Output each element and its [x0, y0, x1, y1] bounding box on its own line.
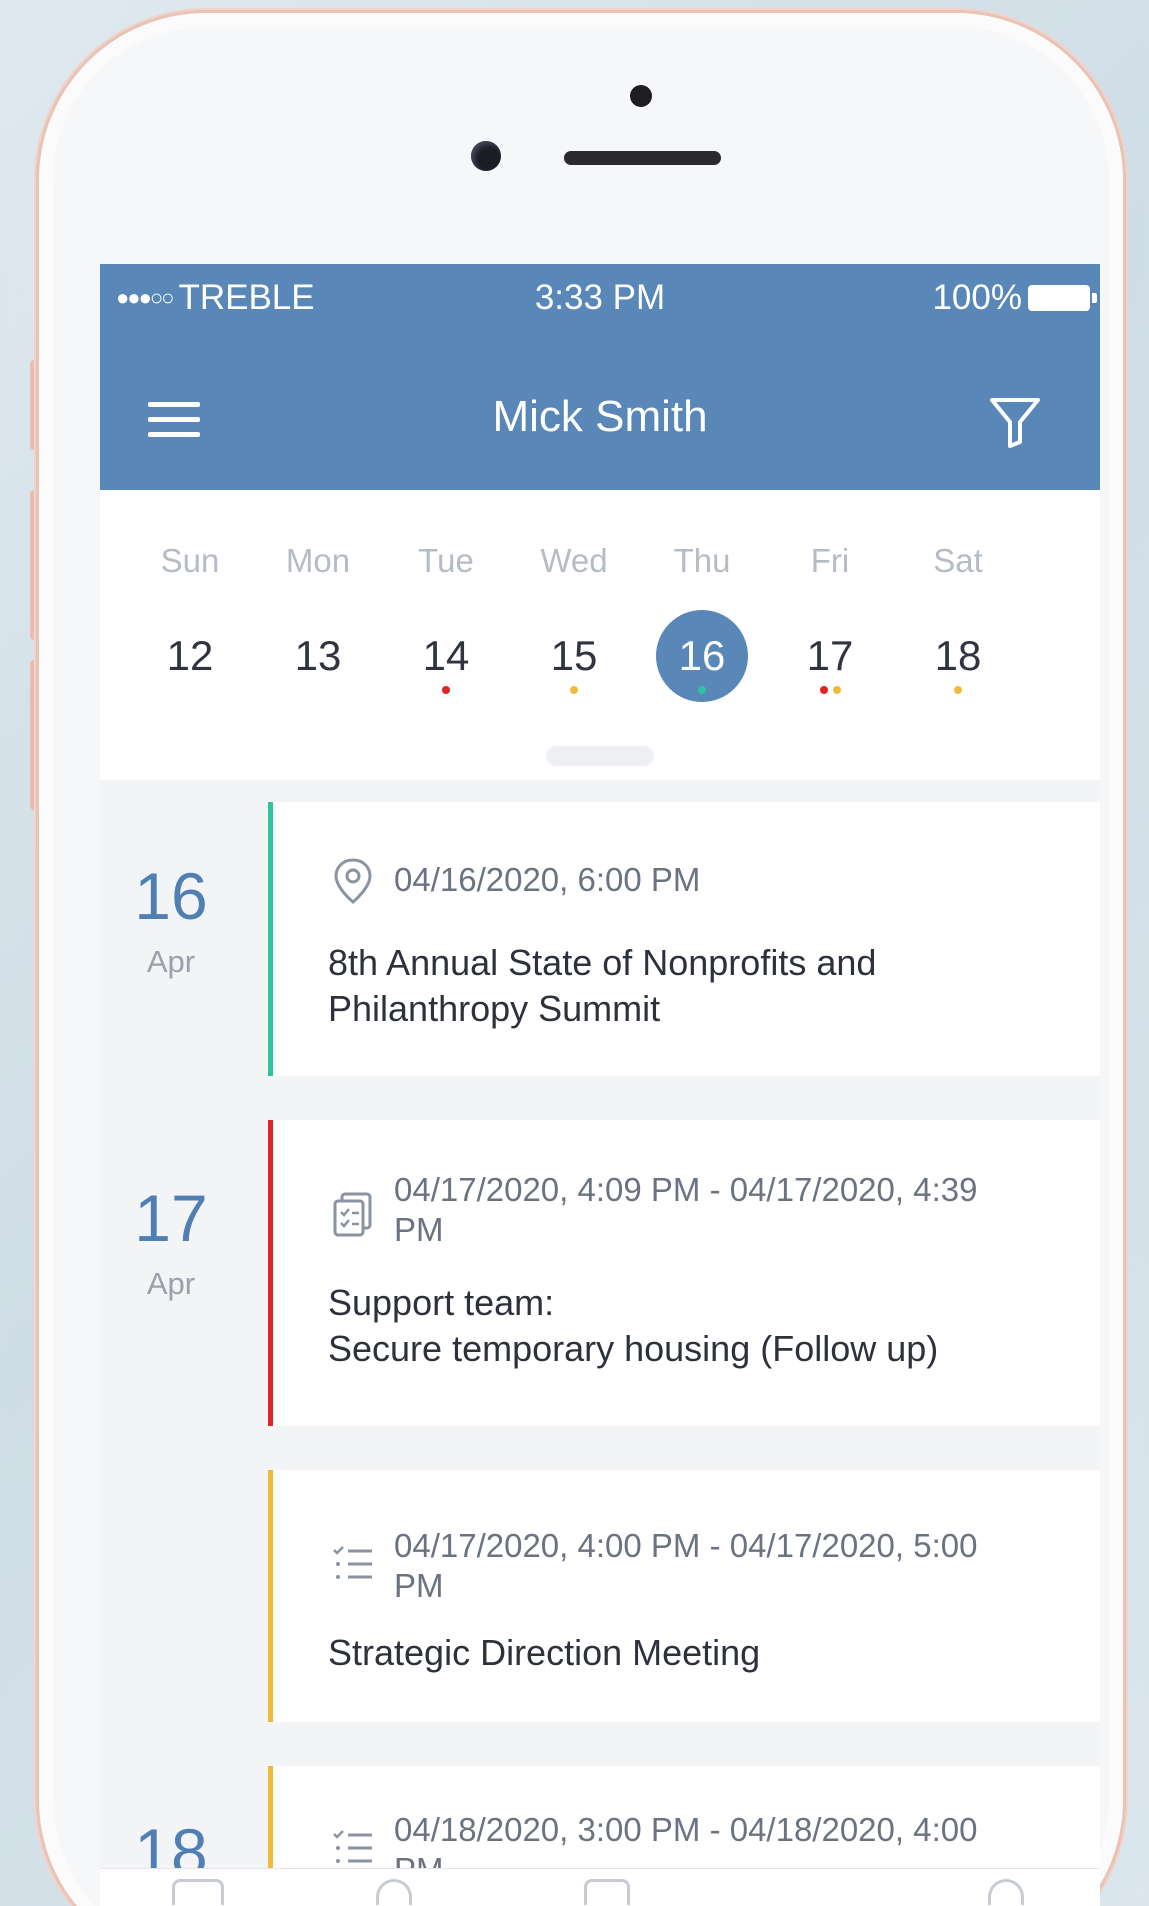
day-of-week-label: Sun — [160, 542, 220, 579]
tab-documents-icon[interactable] — [584, 1879, 630, 1905]
event-dot — [954, 686, 962, 694]
front-camera — [471, 141, 501, 171]
agenda-month: Apr — [146, 1266, 196, 1301]
event-time: 04/17/2020, 4:00 PM - 04/17/2020, 5:00 P… — [394, 1527, 978, 1604]
date-number: 12 — [166, 632, 214, 679]
page-title: Mick Smith — [492, 392, 708, 441]
event-indicator-row — [898, 686, 1018, 694]
checklist-icon — [333, 1830, 372, 1863]
event-time: 04/17/2020, 4:09 PM - 04/17/2020, 4:39 P… — [394, 1171, 978, 1248]
drag-handle[interactable] — [546, 746, 654, 766]
agenda-date: 17 Apr — [100, 1180, 242, 1302]
event-title: Support team: Secure temporary housing (… — [328, 1282, 939, 1369]
agenda-date: 16 Apr — [100, 858, 242, 980]
event-dot — [819, 686, 828, 694]
agenda-month: Apr — [146, 944, 196, 979]
event-accent-bar — [268, 1120, 273, 1426]
date-number: 13 — [294, 632, 342, 679]
event-dot — [698, 686, 706, 694]
bottom-tab-bar — [100, 1868, 1100, 1906]
agenda-day-number: 17 — [134, 1181, 208, 1255]
event-dot — [442, 686, 450, 694]
event-time: 04/16/2020, 6:00 PM — [394, 861, 701, 898]
event-title: 8th Annual State of Nonprofits and Phila… — [328, 942, 877, 1029]
event-card[interactable]: 04/16/2020, 6:00 PM 8th Annual State of … — [268, 802, 1100, 1076]
day-of-week-label: Mon — [285, 542, 351, 579]
battery-percent: 100% — [932, 278, 1022, 317]
week-strip: Sun 12 Mon 13 Tue 14 Wed 15 Thu 16 Fri 17 Sat 18 — [100, 490, 1100, 780]
day-of-week-label: Tue — [418, 542, 474, 579]
app-header: ●●●○○ TREBLE 3:33 PM 100% Mick Smith — [100, 264, 1100, 490]
tab-search-icon[interactable] — [376, 1879, 412, 1905]
filter-icon[interactable] — [988, 394, 1042, 450]
app-screen: ●●●○○ TREBLE 3:33 PM 100% Mick Smith Sun… — [100, 264, 1100, 1906]
day-of-week-label: Fri — [810, 542, 850, 579]
location-pin-icon — [334, 858, 372, 904]
proximity-sensor — [630, 85, 652, 107]
event-accent-bar — [268, 802, 273, 1076]
event-indicator-row — [642, 686, 762, 694]
event-indicator-row — [386, 686, 506, 694]
earpiece-speaker — [564, 151, 721, 165]
event-indicator-row — [514, 686, 634, 694]
event-accent-bar — [268, 1470, 273, 1722]
agenda-day-number: 16 — [134, 859, 208, 933]
day-of-week-label: Wed — [540, 542, 608, 579]
tab-calendar-icon[interactable] — [172, 1879, 224, 1905]
checklist-icon — [333, 1546, 372, 1579]
event-card[interactable]: 04/17/2020, 4:00 PM - 04/17/2020, 5:00 P… — [268, 1470, 1100, 1722]
day-of-week-label: Thu — [673, 542, 731, 579]
task-document-icon — [333, 1192, 372, 1237]
event-indicator-row — [770, 686, 890, 694]
day-of-week-label: Sat — [933, 542, 983, 579]
battery-icon — [1028, 285, 1097, 311]
event-title: Strategic Direction Meeting — [328, 1632, 761, 1673]
event-card[interactable]: 04/17/2020, 4:09 PM - 04/17/2020, 4:39 P… — [268, 1120, 1100, 1426]
battery-status: 100% — [932, 278, 1097, 318]
event-dot — [832, 686, 841, 694]
event-dot — [570, 686, 578, 694]
tab-profile-icon[interactable] — [988, 1879, 1024, 1905]
